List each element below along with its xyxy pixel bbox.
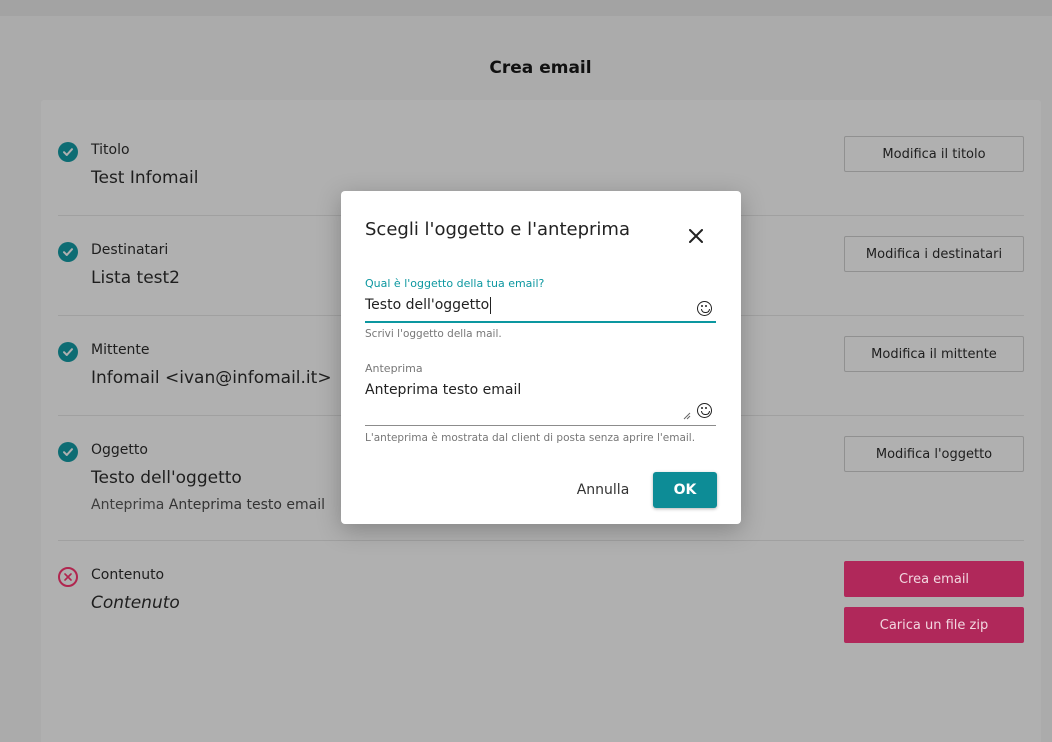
- preview-helper-text: L'anteprima è mostrata dal client di pos…: [365, 432, 696, 444]
- step-label: Destinatari: [91, 242, 169, 258]
- text-caret: [490, 297, 491, 314]
- cancel-button[interactable]: Annulla: [573, 472, 633, 508]
- check-icon: [58, 142, 78, 162]
- step-label: Oggetto: [91, 442, 148, 458]
- ok-button[interactable]: OK: [653, 472, 717, 508]
- check-icon: [58, 342, 78, 362]
- close-icon[interactable]: [687, 227, 705, 245]
- create-email-button[interactable]: Crea email: [844, 561, 1024, 597]
- edit-recipients-button[interactable]: Modifica i destinatari: [844, 236, 1024, 272]
- step-value: Testo dell'oggetto: [91, 468, 242, 488]
- preview-field-label: Anteprima: [365, 362, 423, 375]
- top-bar: [0, 0, 1052, 16]
- step-row-contenuto: Contenuto Contenuto Crea email Carica un…: [58, 561, 1024, 651]
- dialog-title: Scegli l'oggetto e l'anteprima: [365, 219, 630, 240]
- check-icon: [58, 242, 78, 262]
- step-value: Lista test2: [91, 268, 181, 288]
- page-title: Crea email: [489, 58, 592, 78]
- step-label: Contenuto: [91, 567, 165, 583]
- preview-textarea[interactable]: Anteprima testo email: [365, 382, 716, 398]
- step-value: Test Infomail: [91, 168, 199, 188]
- subject-dialog: Scegli l'oggetto e l'anteprima Qual è l'…: [341, 191, 741, 524]
- step-value: Contenuto: [91, 593, 180, 613]
- preview-label: Anteprima: [91, 497, 165, 513]
- edit-sender-button[interactable]: Modifica il mittente: [844, 336, 1024, 372]
- preview-line: Anteprima Anteprima testo email: [91, 497, 325, 513]
- edit-title-button[interactable]: Modifica il titolo: [844, 136, 1024, 172]
- emoji-icon[interactable]: [697, 403, 712, 418]
- subject-input[interactable]: Testo dell'oggetto: [365, 297, 716, 313]
- divider: [58, 540, 1024, 541]
- subject-field-label: Qual è l'oggetto della tua email?: [365, 277, 545, 290]
- error-icon: [58, 567, 78, 587]
- upload-zip-button[interactable]: Carica un file zip: [844, 607, 1024, 643]
- step-row-titolo: Titolo Test Infomail Modifica il titolo: [58, 136, 1024, 196]
- subject-helper-text: Scrivi l'oggetto della mail.: [365, 328, 502, 340]
- step-label: Mittente: [91, 342, 150, 358]
- step-label: Titolo: [91, 142, 130, 158]
- emoji-icon[interactable]: [697, 301, 712, 316]
- preview-underline: [365, 425, 716, 426]
- edit-subject-button[interactable]: Modifica l'oggetto: [844, 436, 1024, 472]
- resize-handle-icon[interactable]: [683, 412, 691, 420]
- subject-underline: [365, 321, 716, 323]
- check-icon: [58, 442, 78, 462]
- step-value: Infomail <ivan@infomail.it>: [91, 368, 332, 388]
- preview-value: Anteprima testo email: [168, 497, 326, 513]
